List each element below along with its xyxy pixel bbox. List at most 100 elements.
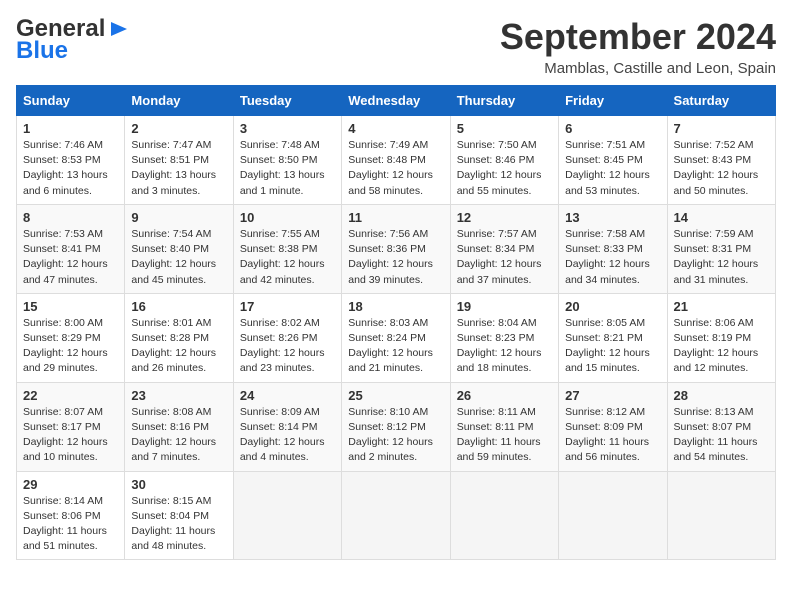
calendar-cell: 11Sunrise: 7:56 AMSunset: 8:36 PMDayligh…: [342, 204, 450, 293]
calendar-cell: 12 Sunrise: 7:57 AMSunset: 8:34 PMDayligh…: [450, 204, 558, 293]
calendar-cell: 22 Sunrise: 8:07 AMSunset: 8:17 PMDayligh…: [17, 382, 125, 471]
day-number: 29: [23, 477, 118, 492]
day-number: 3: [240, 121, 335, 136]
day-info: Sunrise: 7:48 AMSunset: 8:50 PMDaylight:…: [240, 138, 335, 199]
day-number: 11: [348, 210, 443, 225]
calendar-cell: 6 Sunrise: 7:51 AMSunset: 8:45 PMDaylight…: [559, 116, 667, 205]
calendar-cell: 3 Sunrise: 7:48 AMSunset: 8:50 PMDaylight…: [233, 116, 341, 205]
day-info: Sunrise: 7:52 AMSunset: 8:43 PMDaylight:…: [674, 138, 769, 199]
calendar-cell: 20 Sunrise: 8:05 AMSunset: 8:21 PMDayligh…: [559, 293, 667, 382]
day-info: Sunrise: 8:15 AMSunset: 8:04 PMDaylight:…: [131, 494, 226, 555]
day-number: 5: [457, 121, 552, 136]
calendar-cell: 26 Sunrise: 8:11 AMSunset: 8:11 PMDayligh…: [450, 382, 558, 471]
calendar-cell: 25Sunrise: 8:10 AMSunset: 8:12 PMDayligh…: [342, 382, 450, 471]
calendar-cell: 7 Sunrise: 7:52 AMSunset: 8:43 PMDaylight…: [667, 116, 775, 205]
day-info: Sunrise: 7:58 AMSunset: 8:33 PMDaylight:…: [565, 227, 660, 288]
day-number: 9: [131, 210, 226, 225]
calendar-cell: 17Sunrise: 8:02 AMSunset: 8:26 PMDayligh…: [233, 293, 341, 382]
calendar-cell: 28Sunrise: 8:13 AMSunset: 8:07 PMDayligh…: [667, 382, 775, 471]
day-number: 24: [240, 388, 335, 403]
day-info: Sunrise: 7:51 AMSunset: 8:45 PMDaylight:…: [565, 138, 660, 199]
month-title: September 2024: [500, 16, 776, 58]
day-info: Sunrise: 7:50 AMSunset: 8:46 PMDaylight:…: [457, 138, 552, 199]
day-info: Sunrise: 7:49 AMSunset: 8:48 PMDaylight:…: [348, 138, 443, 199]
day-number: 1: [23, 121, 118, 136]
day-info: Sunrise: 7:47 AMSunset: 8:51 PMDaylight:…: [131, 138, 226, 199]
calendar: SundayMondayTuesdayWednesdayThursdayFrid…: [16, 85, 776, 560]
calendar-cell: [450, 471, 558, 560]
calendar-cell: 30 Sunrise: 8:15 AMSunset: 8:04 PMDayligh…: [125, 471, 233, 560]
day-info: Sunrise: 8:00 AMSunset: 8:29 PMDaylight:…: [23, 316, 118, 377]
calendar-cell: [233, 471, 341, 560]
day-number: 6: [565, 121, 660, 136]
calendar-cell: [342, 471, 450, 560]
day-number: 19: [457, 299, 552, 314]
day-info: Sunrise: 8:04 AMSunset: 8:23 PMDaylight:…: [457, 316, 552, 377]
calendar-cell: 18 Sunrise: 8:03 AMSunset: 8:24 PMDayligh…: [342, 293, 450, 382]
day-number: 2: [131, 121, 226, 136]
day-info: Sunrise: 8:07 AMSunset: 8:17 PMDaylight:…: [23, 405, 118, 466]
day-number: 23: [131, 388, 226, 403]
calendar-header-wednesday: Wednesday: [342, 86, 450, 116]
day-info: Sunrise: 8:05 AMSunset: 8:21 PMDaylight:…: [565, 316, 660, 377]
day-info: Sunrise: 7:59 AMSunset: 8:31 PMDaylight:…: [674, 227, 769, 288]
calendar-header-sunday: Sunday: [17, 86, 125, 116]
day-number: 20: [565, 299, 660, 314]
day-number: 21: [674, 299, 769, 314]
calendar-week-row: 8 Sunrise: 7:53 AMSunset: 8:41 PMDaylight…: [17, 204, 776, 293]
day-info: Sunrise: 8:12 AMSunset: 8:09 PMDaylight:…: [565, 405, 660, 466]
calendar-header-friday: Friday: [559, 86, 667, 116]
title-area: September 2024 Mamblas, Castille and Leo…: [500, 16, 776, 77]
logo-flag-icon: [109, 20, 129, 38]
calendar-cell: 23Sunrise: 8:08 AMSunset: 8:16 PMDayligh…: [125, 382, 233, 471]
day-number: 28: [674, 388, 769, 403]
day-number: 12: [457, 210, 552, 225]
calendar-week-row: 22 Sunrise: 8:07 AMSunset: 8:17 PMDayligh…: [17, 382, 776, 471]
header: General Blue September 2024 Mamblas, Cas…: [16, 16, 776, 77]
calendar-header-saturday: Saturday: [667, 86, 775, 116]
calendar-cell: 14 Sunrise: 7:59 AMSunset: 8:31 PMDayligh…: [667, 204, 775, 293]
calendar-cell: 1Sunrise: 7:46 AMSunset: 8:53 PMDaylight…: [17, 116, 125, 205]
day-number: 27: [565, 388, 660, 403]
day-info: Sunrise: 8:09 AMSunset: 8:14 PMDaylight:…: [240, 405, 335, 466]
calendar-cell: 8 Sunrise: 7:53 AMSunset: 8:41 PMDaylight…: [17, 204, 125, 293]
day-info: Sunrise: 7:54 AMSunset: 8:40 PMDaylight:…: [131, 227, 226, 288]
calendar-week-row: 1Sunrise: 7:46 AMSunset: 8:53 PMDaylight…: [17, 116, 776, 205]
calendar-cell: 2 Sunrise: 7:47 AMSunset: 8:51 PMDaylight…: [125, 116, 233, 205]
day-info: Sunrise: 8:06 AMSunset: 8:19 PMDaylight:…: [674, 316, 769, 377]
calendar-cell: 4 Sunrise: 7:49 AMSunset: 8:48 PMDaylight…: [342, 116, 450, 205]
day-number: 7: [674, 121, 769, 136]
day-info: Sunrise: 7:53 AMSunset: 8:41 PMDaylight:…: [23, 227, 118, 288]
calendar-cell: 13 Sunrise: 7:58 AMSunset: 8:33 PMDayligh…: [559, 204, 667, 293]
day-number: 13: [565, 210, 660, 225]
calendar-header-monday: Monday: [125, 86, 233, 116]
calendar-cell: 21 Sunrise: 8:06 AMSunset: 8:19 PMDayligh…: [667, 293, 775, 382]
calendar-cell: 19 Sunrise: 8:04 AMSunset: 8:23 PMDayligh…: [450, 293, 558, 382]
calendar-cell: 27 Sunrise: 8:12 AMSunset: 8:09 PMDayligh…: [559, 382, 667, 471]
day-info: Sunrise: 8:03 AMSunset: 8:24 PMDaylight:…: [348, 316, 443, 377]
logo-text: General Blue: [16, 16, 129, 65]
day-info: Sunrise: 7:57 AMSunset: 8:34 PMDaylight:…: [457, 227, 552, 288]
day-number: 14: [674, 210, 769, 225]
day-number: 15: [23, 299, 118, 314]
calendar-cell: 5 Sunrise: 7:50 AMSunset: 8:46 PMDaylight…: [450, 116, 558, 205]
calendar-header-tuesday: Tuesday: [233, 86, 341, 116]
calendar-cell: 9 Sunrise: 7:54 AMSunset: 8:40 PMDaylight…: [125, 204, 233, 293]
day-number: 26: [457, 388, 552, 403]
day-info: Sunrise: 8:11 AMSunset: 8:11 PMDaylight:…: [457, 405, 552, 466]
day-number: 18: [348, 299, 443, 314]
day-info: Sunrise: 7:55 AMSunset: 8:38 PMDaylight:…: [240, 227, 335, 288]
day-number: 30: [131, 477, 226, 492]
day-info: Sunrise: 8:01 AMSunset: 8:28 PMDaylight:…: [131, 316, 226, 377]
calendar-week-row: 29 Sunrise: 8:14 AMSunset: 8:06 PMDayligh…: [17, 471, 776, 560]
calendar-cell: 29 Sunrise: 8:14 AMSunset: 8:06 PMDayligh…: [17, 471, 125, 560]
day-info: Sunrise: 8:14 AMSunset: 8:06 PMDaylight:…: [23, 494, 118, 555]
calendar-cell: 16Sunrise: 8:01 AMSunset: 8:28 PMDayligh…: [125, 293, 233, 382]
day-number: 4: [348, 121, 443, 136]
calendar-week-row: 15 Sunrise: 8:00 AMSunset: 8:29 PMDayligh…: [17, 293, 776, 382]
calendar-header-row: SundayMondayTuesdayWednesdayThursdayFrid…: [17, 86, 776, 116]
day-number: 22: [23, 388, 118, 403]
calendar-cell: [559, 471, 667, 560]
day-number: 10: [240, 210, 335, 225]
day-number: 8: [23, 210, 118, 225]
